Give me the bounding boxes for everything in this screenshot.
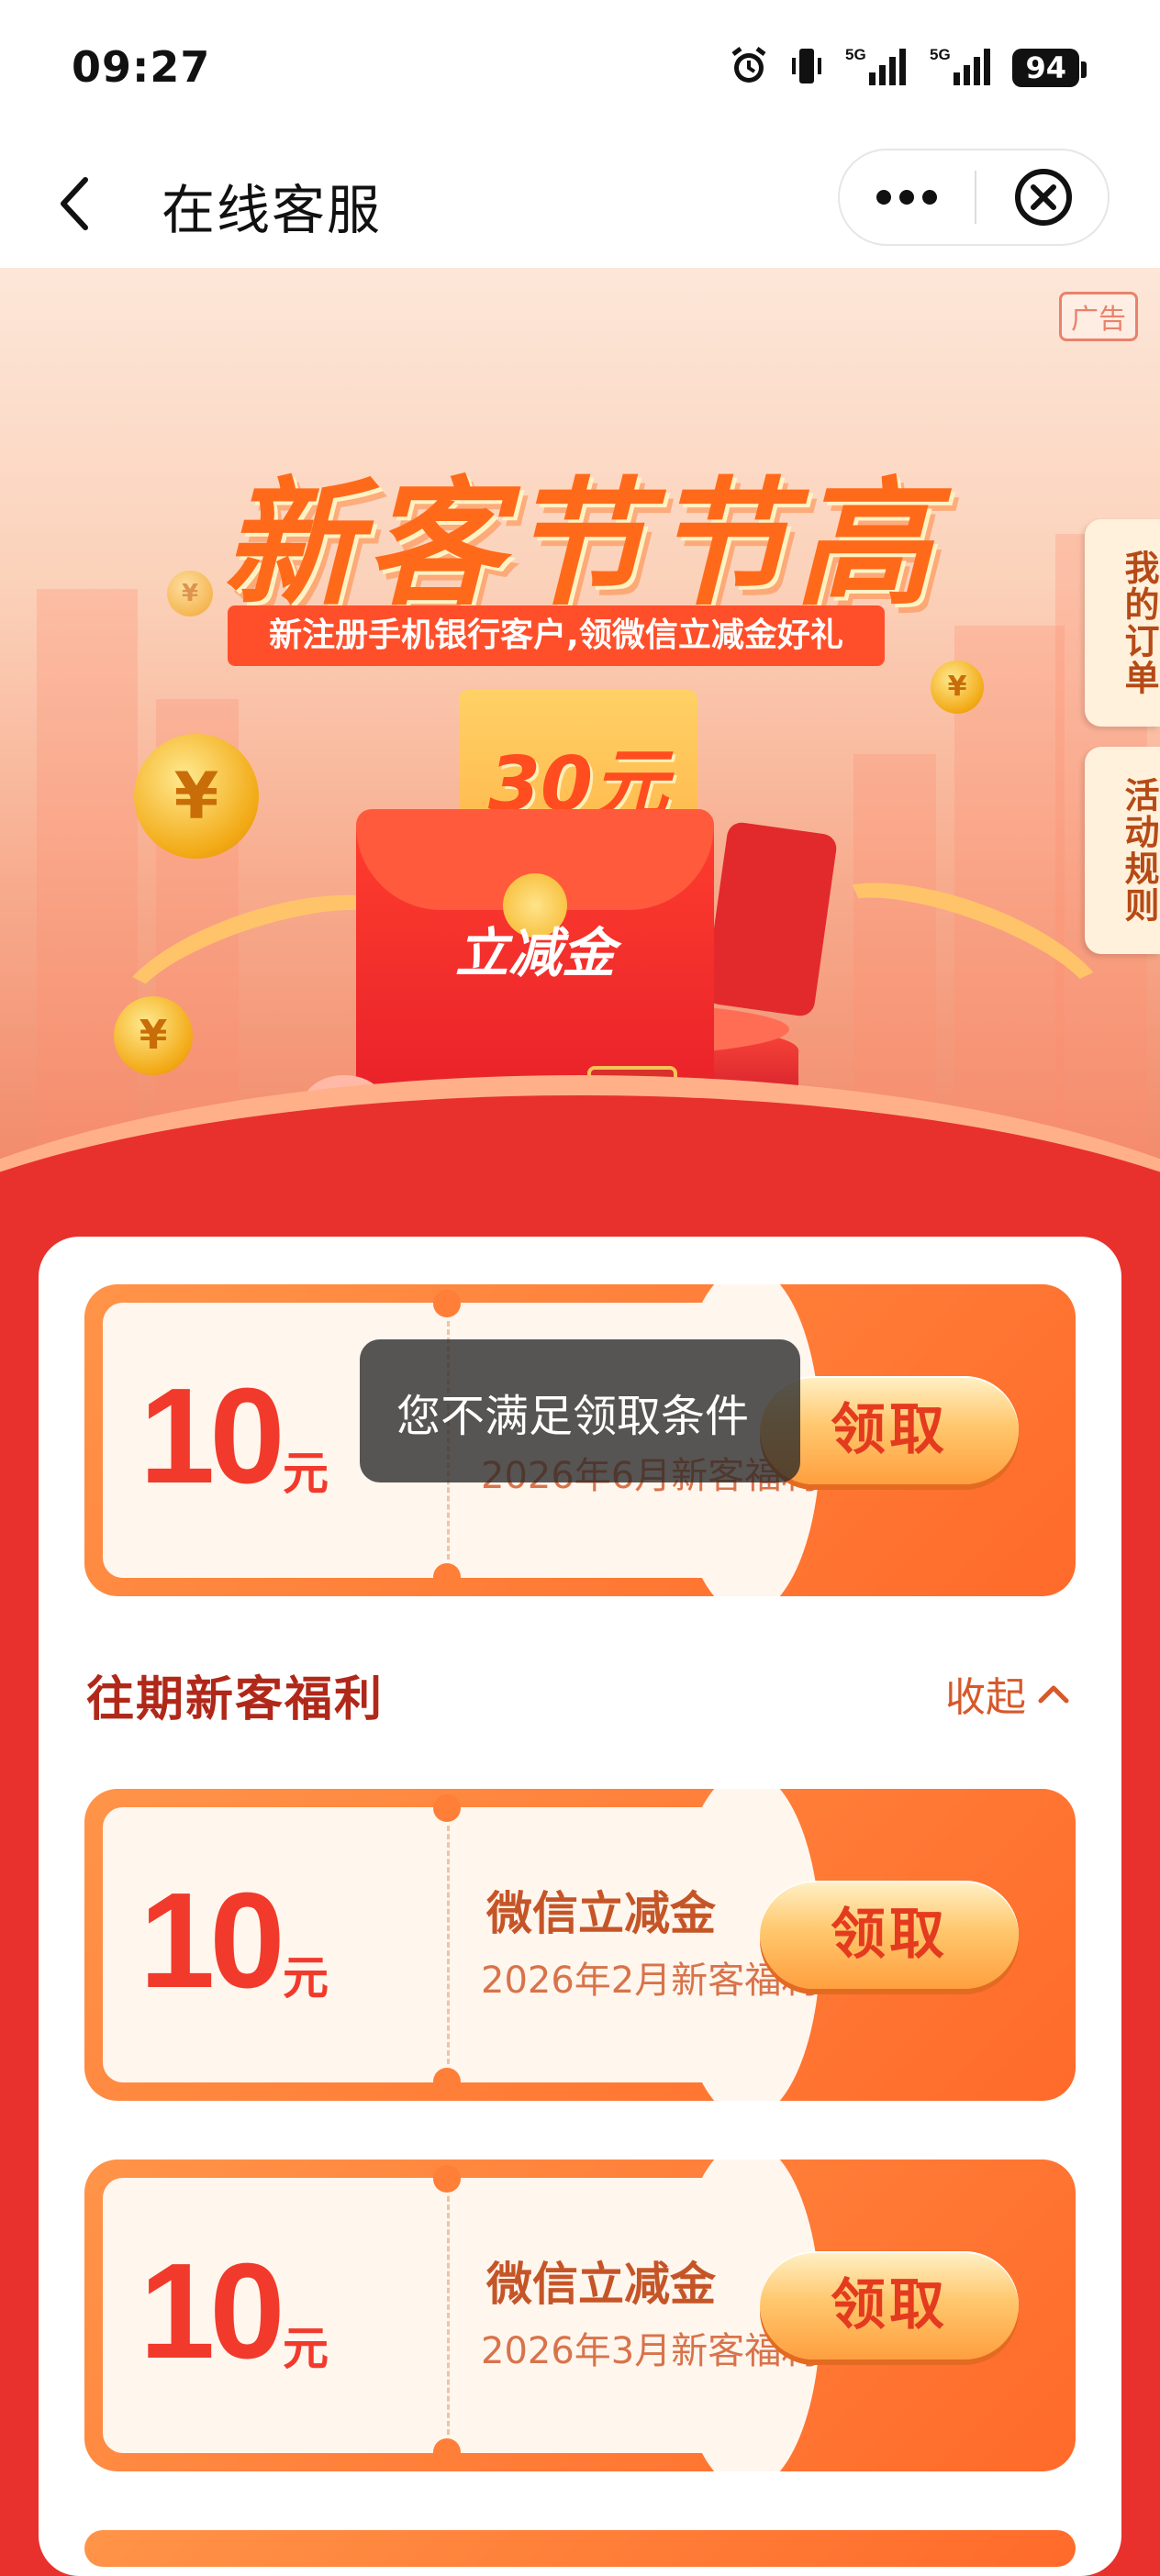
coupon-card: 10 元 微信立减金 2026年2月新客福利 领取 bbox=[84, 1789, 1076, 2101]
vibrate-icon bbox=[788, 45, 825, 91]
coupon-notch bbox=[433, 2438, 461, 2466]
red-packet-icon bbox=[703, 820, 839, 1018]
signal-icon: 5G bbox=[843, 45, 909, 91]
alarm-icon bbox=[728, 45, 770, 91]
status-bar: 09:27 5G 5G 94 bbox=[0, 0, 1160, 138]
coupon-notch bbox=[433, 1563, 461, 1591]
coupon-notch bbox=[433, 1290, 461, 1317]
coupon-notch bbox=[433, 1794, 461, 1822]
promo-banner: 广告 新客节节高 新注册手机银行客户,领微信立减金好礼 ¥ ¥ ¥ ¥ 30元 … bbox=[0, 268, 1160, 1176]
coupon-card bbox=[84, 2530, 1076, 2567]
signal-icon: 5G bbox=[928, 45, 994, 91]
mini-program-capsule bbox=[838, 149, 1110, 246]
status-icons: 5G 5G 94 bbox=[728, 44, 1087, 92]
signal-5g-label: 5G bbox=[845, 46, 866, 63]
page-title: 在线客服 bbox=[162, 179, 383, 241]
signal-5g-label: 5G bbox=[930, 46, 951, 63]
coupon-title: 微信立减金 bbox=[486, 2258, 716, 2311]
envelope-text: 立减金 bbox=[454, 922, 615, 984]
capsule-divider bbox=[975, 171, 976, 224]
coin-icon: ¥ bbox=[931, 661, 984, 714]
coupon-card: 10 元 微信立减金 2026年3月新客福利 领取 bbox=[84, 2160, 1076, 2471]
activity-rules-tab[interactable]: 活动规则 bbox=[1085, 747, 1160, 954]
coupon-amount: 10 bbox=[139, 1865, 285, 2016]
title-bar: 在线客服 bbox=[0, 138, 1160, 270]
back-button[interactable] bbox=[42, 167, 106, 240]
background-building bbox=[37, 589, 138, 1176]
toast: 您不满足领取条件 bbox=[360, 1339, 800, 1482]
toast-message: 您不满足领取条件 bbox=[396, 1391, 750, 1442]
ad-tag: 广告 bbox=[1059, 292, 1138, 341]
coupon-amount: 10 bbox=[139, 1360, 285, 1512]
coin-icon: ¥ bbox=[134, 734, 259, 859]
banner-subheadline: 新注册手机银行客户,领微信立减金好礼 bbox=[228, 605, 885, 666]
close-button[interactable] bbox=[977, 150, 1110, 244]
coin-icon: ¥ bbox=[167, 571, 213, 616]
coupon-divider bbox=[447, 2196, 450, 2435]
close-circle-icon bbox=[1015, 169, 1072, 226]
coupon-unit: 元 bbox=[283, 1447, 329, 1500]
section-title-text: 往期新客福利 bbox=[86, 1672, 385, 1727]
more-button[interactable] bbox=[840, 150, 974, 244]
chevron-up-icon bbox=[1038, 1685, 1069, 1704]
my-orders-tab[interactable]: 我的订单 bbox=[1085, 519, 1160, 727]
chevron-left-icon bbox=[61, 177, 88, 230]
coupon-unit: 元 bbox=[283, 2322, 329, 2375]
section-title: 往期新客福利 bbox=[86, 1660, 385, 1729]
collapse-label: 收起 bbox=[945, 1674, 1026, 1721]
coupon-notch bbox=[433, 2165, 461, 2193]
more-dots-icon bbox=[876, 190, 937, 205]
battery-icon: 94 bbox=[1012, 49, 1087, 87]
collapse-button[interactable]: 收起 bbox=[945, 1664, 1070, 1723]
claim-button[interactable]: 领取 bbox=[760, 2251, 1019, 2359]
coupon-unit: 元 bbox=[283, 1951, 329, 2004]
coupon-title: 微信立减金 bbox=[486, 1887, 716, 1940]
coupon-divider bbox=[447, 1826, 450, 2064]
claim-button[interactable]: 领取 bbox=[760, 1881, 1019, 1989]
status-time: 09:27 bbox=[72, 42, 211, 92]
coupon-notch bbox=[433, 2068, 461, 2095]
coupon-amount: 10 bbox=[139, 2236, 285, 2387]
battery-level: 94 bbox=[1012, 49, 1079, 87]
